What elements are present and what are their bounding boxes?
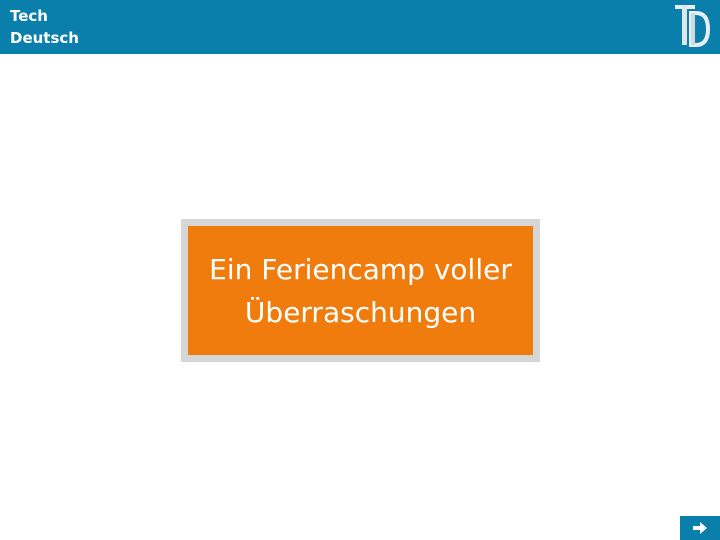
next-button[interactable] [680, 516, 720, 540]
arrow-right-icon [693, 522, 707, 534]
slide-title-line2: Überraschungen [244, 295, 477, 329]
brand-line-deutsch: Deutsch [10, 29, 79, 47]
slide-page: Tech Deutsch Ein Feriencamp voller Überr… [0, 0, 720, 540]
header-bar: Tech Deutsch [0, 0, 720, 54]
td-logo-icon [675, 5, 710, 47]
brand-name: Tech Deutsch [10, 5, 79, 49]
title-panel: Ein Feriencamp voller Überraschungen [188, 226, 533, 355]
slide-title: Ein Feriencamp voller Überraschungen [209, 248, 512, 334]
title-frame: Ein Feriencamp voller Überraschungen [181, 219, 540, 362]
slide-title-line1: Ein Feriencamp voller [209, 252, 512, 286]
brand-line-tech: Tech [10, 7, 48, 25]
